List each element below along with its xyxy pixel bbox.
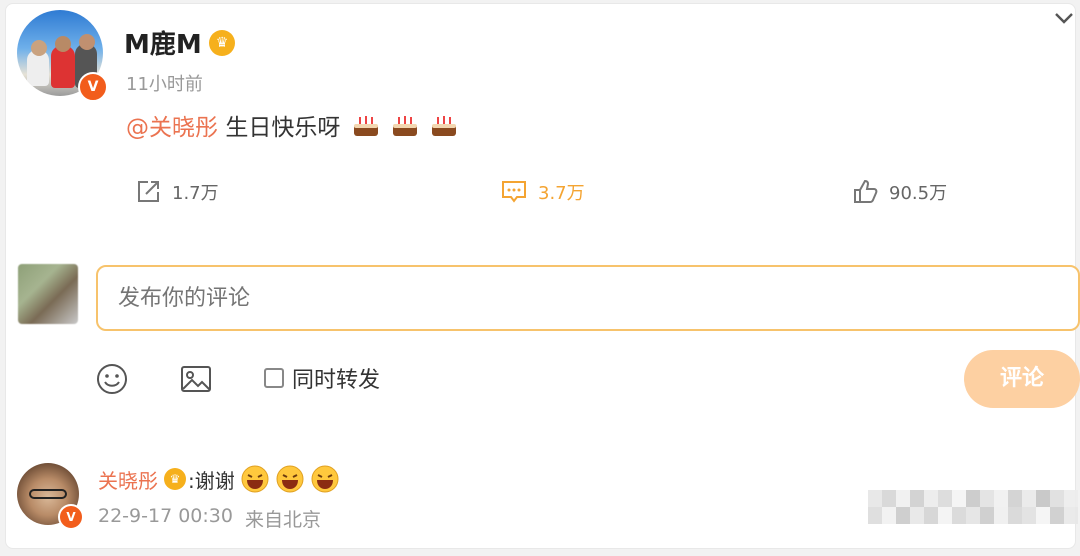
comment-meta: 22-9-17 00:30 来自北京 [98,505,321,532]
comment-button[interactable]: 3.7万 [500,178,585,206]
vip-crown-icon: ♛ [164,468,186,490]
vip-crown-icon: ♛ [209,30,235,56]
like-count: 90.5万 [889,183,948,204]
post-text: 生日快乐呀 [225,115,341,141]
verified-badge-icon: V [58,504,84,530]
laugh-emoji-icon [311,465,339,493]
author-name-text[interactable]: M鹿M [124,30,202,60]
cake-emoji-icon [353,116,378,136]
cake-emoji-icon [432,116,457,136]
comment-icon [502,181,526,203]
laugh-emoji-icon [241,465,269,493]
repost-button[interactable]: 1.7万 [134,178,219,206]
comment-location: 来自北京 [244,509,321,531]
post-author-name[interactable]: M鹿M [124,24,202,61]
share-icon [138,181,159,202]
comment-count: 3.7万 [538,183,585,204]
repost-checkbox-label: 同时转发 [292,368,381,393]
commenter-name[interactable]: 关晓彤 [98,465,158,494]
emoji-icon[interactable] [94,361,130,397]
repost-count: 1.7万 [172,183,219,204]
thumbs-up-icon [854,179,878,203]
chevron-down-icon[interactable] [1052,6,1076,30]
repost-checkbox-group[interactable]: 同时转发 [264,362,380,394]
comment-line: 关晓彤 ♛ :谢谢 [98,464,340,494]
post-time[interactable]: 11小时前 [126,70,203,96]
comment-date: 22-9-17 00:30 [98,505,233,527]
repost-checkbox[interactable] [264,368,284,388]
weibo-post-card: V M鹿M ♛ 11小时前 @关晓彤 生日快乐呀 1.7万 3.7万 90.5万… [5,3,1080,549]
current-user-avatar [18,264,78,324]
laugh-emoji-icon [276,465,304,493]
mention-link[interactable]: @关晓彤 [126,115,218,141]
image-icon[interactable] [178,361,214,397]
pixelated-watermark [868,490,1078,524]
comment-text: :谢谢 [188,468,235,493]
submit-comment-button[interactable]: 评论 [964,350,1080,408]
like-button[interactable]: 90.5万 [851,178,947,206]
cake-emoji-icon [392,116,417,136]
verified-badge-icon: V [78,72,108,102]
post-content: @关晓彤 生日快乐呀 [126,108,458,142]
comment-input[interactable] [96,265,1080,331]
